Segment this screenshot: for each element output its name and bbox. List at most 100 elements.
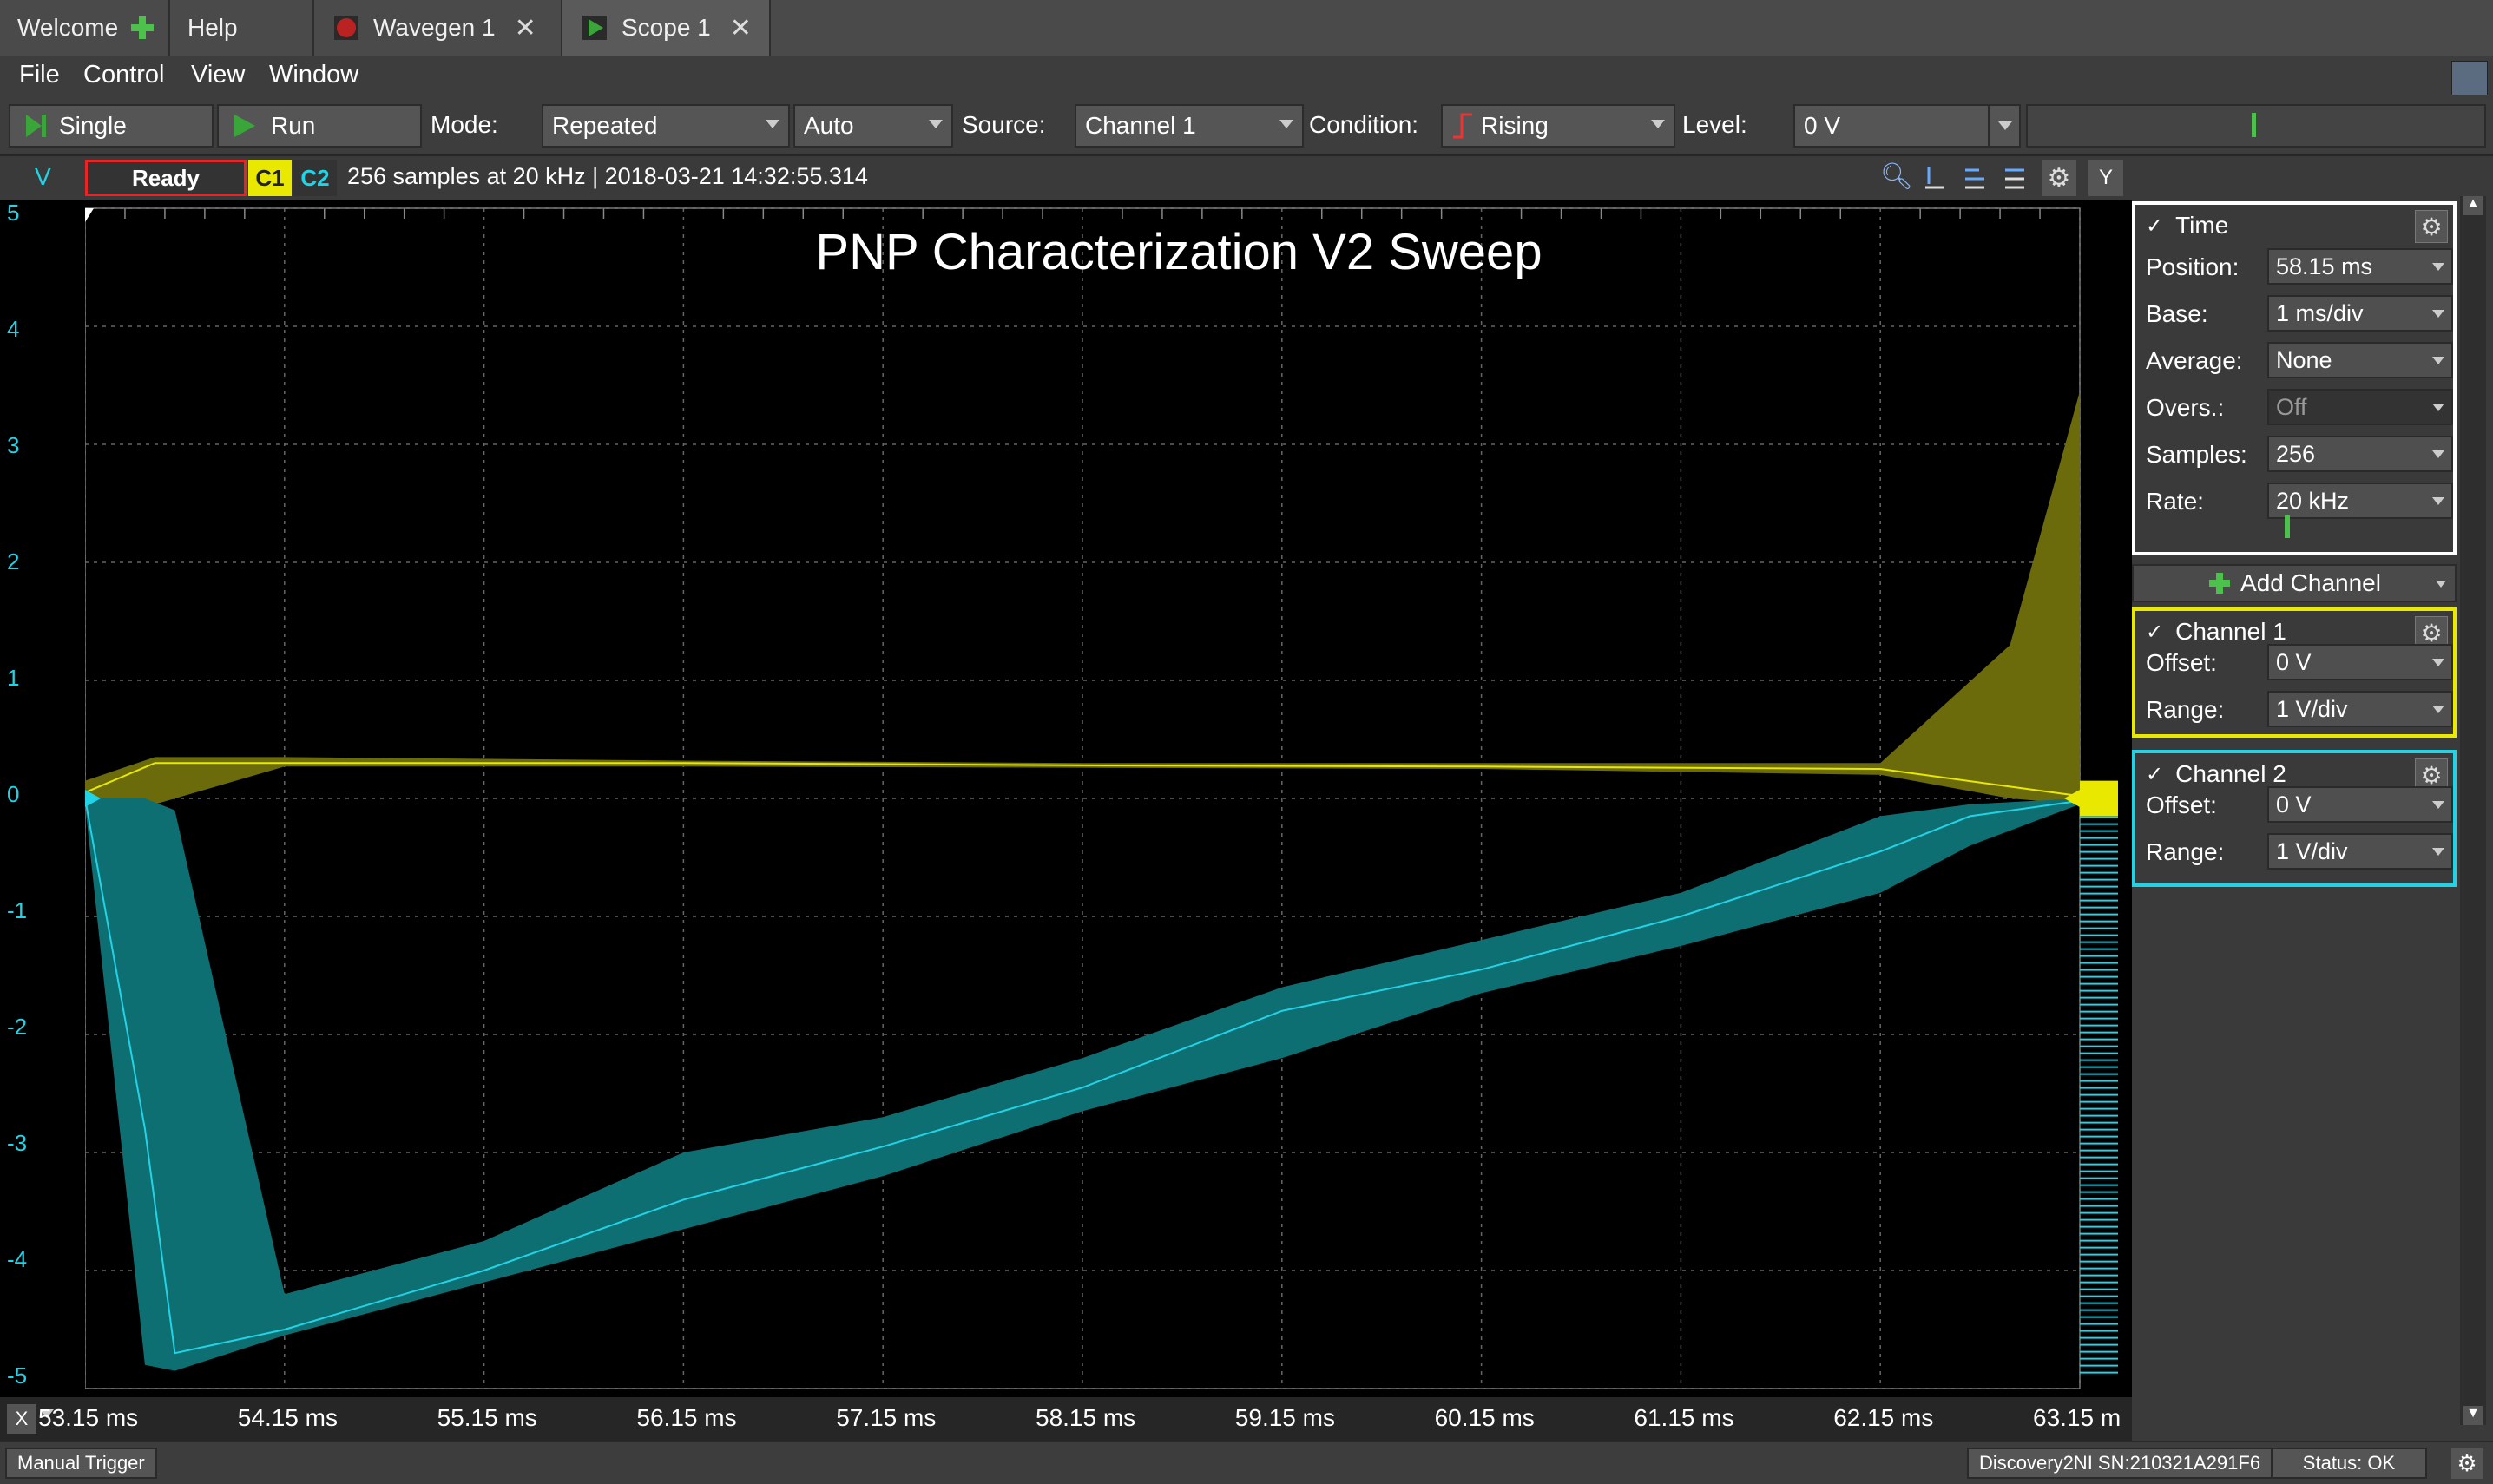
chevron-down-icon — [929, 120, 943, 128]
y-axis-button[interactable]: Y — [2088, 160, 2123, 196]
window-restore-icon[interactable] — [2451, 61, 2488, 95]
property-label: Base: — [2146, 300, 2208, 327]
menu-file[interactable]: File — [19, 61, 60, 89]
property-field[interactable]: None — [2267, 342, 2453, 378]
check-icon[interactable]: ✓ — [2146, 762, 2163, 787]
zoom-icon[interactable]: 🔍︎ — [1880, 161, 1913, 192]
property-field[interactable]: 1 V/div — [2267, 833, 2453, 870]
gear-icon[interactable]: ⚙ — [2451, 1448, 2483, 1479]
c2-point — [144, 1128, 146, 1130]
property-field[interactable]: 0 V — [2267, 786, 2453, 823]
status-badge[interactable]: Status: OK — [2271, 1448, 2427, 1479]
y-tick-label: -4 — [7, 1246, 28, 1272]
single-button[interactable]: Single — [9, 104, 214, 148]
plot-area[interactable]: PNP Characterization V2 Sweep — [0, 200, 2132, 1397]
tab-welcome[interactable]: Welcome — [0, 0, 170, 56]
x-axis-button[interactable]: X — [7, 1404, 36, 1434]
cursor-x-icon[interactable] — [1962, 163, 1988, 191]
x-axis: X 53.15 ms 54.15 ms 55.15 ms 56.15 ms 57.15 … — [0, 1397, 2132, 1441]
mode-select[interactable]: Repeated — [542, 104, 790, 148]
property-field[interactable]: Off — [2267, 389, 2453, 425]
chevron-down-icon — [2432, 310, 2444, 318]
property-label: Overs.: — [2146, 394, 2225, 421]
level-dropdown[interactable] — [1988, 104, 2021, 148]
scroll-down-icon[interactable]: ▼ — [2463, 1406, 2483, 1425]
property-field[interactable]: 58.15 ms — [2267, 248, 2453, 285]
property-field[interactable]: 0 V — [2267, 644, 2453, 680]
x-tick-label: 61.15 ms — [1634, 1404, 1734, 1431]
panel-scrollbar[interactable]: ▲ ▼ — [2460, 196, 2486, 1425]
tab-welcome-label: Welcome — [17, 14, 119, 41]
source-label: Source: — [962, 111, 1046, 138]
chevron-down-icon — [2432, 848, 2444, 856]
x-tick-label: 62.15 ms — [1833, 1404, 1934, 1431]
device-button[interactable]: Discovery2NI SN:210321A291F6 — [1967, 1448, 2273, 1479]
run-label: Run — [271, 112, 316, 139]
property-label: Samples: — [2146, 441, 2247, 468]
gear-icon[interactable]: ⚙ — [2415, 210, 2448, 243]
chevron-down-icon — [2436, 581, 2446, 588]
x-axis-button-label: X — [15, 1408, 29, 1429]
cursor-y-icon[interactable] — [2002, 163, 2028, 191]
menu-window[interactable]: Window — [269, 61, 358, 89]
device-label: Discovery2NI SN:210321A291F6 — [1979, 1452, 2261, 1474]
condition-select[interactable]: Rising — [1441, 104, 1675, 148]
c2-point — [682, 1198, 685, 1201]
channel-2-badge[interactable]: C2 — [293, 160, 337, 196]
source-select[interactable]: Channel 1 — [1075, 104, 1304, 148]
property-value: 0 V — [2276, 791, 2312, 818]
c2-point — [1480, 969, 1483, 970]
tab-scope[interactable]: Scope 1 ✕ — [562, 0, 771, 56]
c1-point — [1879, 768, 1881, 770]
close-icon[interactable]: ✕ — [730, 13, 752, 43]
property-field[interactable]: 256 — [2267, 436, 2453, 472]
c1-point — [2009, 785, 2011, 788]
chevron-down-icon — [2432, 659, 2444, 666]
property-value: 20 kHz — [2276, 487, 2350, 514]
plus-icon — [2209, 573, 2231, 594]
cursor-add-icon[interactable] — [1922, 163, 1948, 191]
run-button[interactable]: Run — [217, 104, 422, 148]
tab-wavegen-label: Wavegen 1 — [373, 14, 496, 41]
property-field[interactable]: 1 ms/div — [2267, 295, 2453, 332]
y-tick-label: 1 — [7, 665, 20, 691]
acquisition-status-text: Ready — [131, 164, 201, 191]
channel-2-title: Channel 2 — [2175, 760, 2286, 787]
chevron-down-icon — [1651, 120, 1665, 128]
scroll-up-icon[interactable]: ▲ — [2463, 196, 2483, 215]
close-icon[interactable]: ✕ — [515, 13, 536, 43]
menu-view[interactable]: View — [191, 61, 245, 89]
chevron-down-icon — [766, 120, 779, 128]
c2-point — [1969, 815, 1971, 818]
c1-point — [154, 762, 156, 764]
plot-gear-icon[interactable]: ⚙ — [2042, 160, 2076, 196]
check-icon[interactable]: ✓ — [2146, 213, 2163, 239]
add-channel-button[interactable]: Add Channel — [2132, 564, 2457, 602]
slider-handle[interactable] — [2252, 113, 2256, 137]
trigger-position-slider[interactable] — [2026, 104, 2486, 148]
tab-help[interactable]: Help — [170, 0, 314, 56]
menu-control[interactable]: Control — [83, 61, 165, 89]
y-tick-label: -5 — [7, 1363, 28, 1389]
channel-1-badge[interactable]: C1 — [248, 160, 292, 196]
x-tick-label: 54.15 ms — [237, 1404, 338, 1431]
tab-bar: Welcome Help Wavegen 1 ✕ Scope 1 ✕ — [0, 0, 2493, 57]
c1-point — [284, 762, 286, 764]
y-tick-label: 3 — [7, 432, 20, 458]
condition-value: Rising — [1481, 112, 1549, 139]
tab-wavegen[interactable]: Wavegen 1 ✕ — [314, 0, 562, 56]
property-field[interactable]: 20 kHz — [2267, 483, 2453, 519]
manual-trigger-button[interactable]: Manual Trigger — [5, 1448, 157, 1479]
property-field[interactable]: 1 V/div — [2267, 691, 2453, 727]
auto-select[interactable]: Auto — [793, 104, 953, 148]
c2-point — [1680, 916, 1682, 917]
mode-label: Mode: — [431, 111, 498, 138]
c1-point — [1082, 765, 1083, 766]
arrow-up-icon[interactable] — [2285, 515, 2290, 538]
property-label: Rate: — [2146, 488, 2204, 515]
level-field[interactable]: 0 V — [1793, 104, 2021, 148]
check-icon[interactable]: ✓ — [2146, 620, 2163, 645]
property-value: Off — [2276, 393, 2307, 420]
oscilloscope-chart[interactable]: PNP Characterization V2 Sweep — [0, 200, 2132, 1397]
x-tick-label: 58.15 ms — [1036, 1404, 1136, 1431]
